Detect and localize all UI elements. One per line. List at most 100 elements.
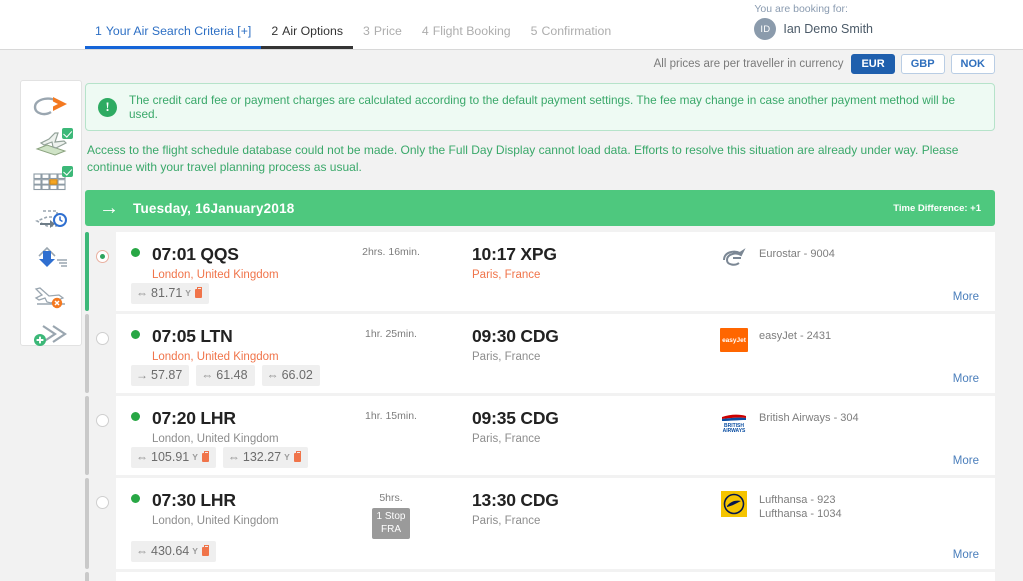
currency-button-gbp[interactable]: GBP: [900, 54, 945, 74]
select-flight-radio-cell[interactable]: [89, 572, 116, 581]
check-badge-icon: [62, 128, 73, 139]
airline-block: Eurostar - 9004: [695, 244, 995, 281]
price-amount: 430.64: [151, 544, 190, 558]
flight-duration: 1hr. 15min.: [365, 410, 417, 422]
tools-sidebar: [20, 80, 82, 346]
flight-option-row[interactable]: 07:05 LTN London, United Kingdom 1hr. 25mi…: [85, 314, 995, 393]
credit-card-fee-alert: ! The credit card fee or payment charges…: [85, 83, 995, 131]
flight-options-list: 07:01 QQS London, United Kingdom 2hrs. 16m…: [85, 232, 995, 581]
sidebar-item-arrivals[interactable]: [21, 239, 81, 277]
arrival-block: 09:30 CDG Paris, France: [466, 326, 559, 363]
step-flight-booking[interactable]: 4 Flight Booking: [412, 24, 521, 49]
departure-block: 07:30 LHR London, United Kingdom: [116, 490, 316, 527]
date-header-bar: → Tuesday, 16January2018 Time Difference…: [85, 190, 995, 226]
fare-class: Y: [192, 546, 198, 556]
price-chip[interactable]: ⇔ 66.02: [261, 365, 320, 386]
airline-name: easyJet - 2431: [759, 330, 832, 342]
currency-button-eur[interactable]: EUR: [851, 54, 895, 74]
page-body: ! The credit card fee or payment charges…: [0, 78, 1023, 581]
step-your-air-search-criteria[interactable]: 1 Your Air Search Criteria [+]: [85, 24, 262, 49]
more-link[interactable]: More: [953, 373, 979, 385]
price-amount: 61.48: [216, 368, 248, 382]
step-nav: 1 Your Air Search Criteria [+] 2 Air Optio…: [85, 24, 621, 49]
price-chip[interactable]: ⇔ 430.64 Y: [131, 541, 216, 562]
status-dot-icon: [131, 412, 140, 421]
flight-option-row[interactable]: 07:30 LHR London, United Kingdom 5hrs. 1 St…: [85, 478, 995, 569]
select-flight-radio[interactable]: [96, 250, 109, 263]
price-amount: 81.71: [151, 286, 183, 300]
flight-card[interactable]: 07:05 LTN London, United Kingdom 1hr. 25mi…: [116, 314, 995, 393]
select-flight-radio-cell[interactable]: [89, 314, 116, 393]
price-chip[interactable]: → 57.87: [131, 365, 190, 386]
schedule-database-notice: Access to the flight schedule database c…: [87, 143, 959, 174]
date-label: Tuesday, 16January2018: [133, 200, 295, 216]
sidebar-item-flexible-search[interactable]: [21, 87, 81, 125]
fare-class: Y: [284, 452, 290, 462]
flight-card[interactable]: 07:35 LCYLondon, United Kingdom3hrs. 25m…: [116, 572, 995, 581]
status-dot-icon: [131, 494, 140, 503]
departure-block: 07:20 LHR London, United Kingdom: [116, 408, 316, 445]
trip-type-arrow-icon: ⇔: [136, 450, 148, 464]
flight-option-row[interactable]: 07:01 QQS London, United Kingdom 2hrs. 16m…: [85, 232, 995, 311]
departure-city: London, United Kingdom: [152, 433, 279, 445]
select-flight-radio[interactable]: [96, 496, 109, 509]
departure-time-airport: 07:01 QQS: [152, 244, 239, 264]
sidebar-item-add-flight[interactable]: [21, 315, 81, 353]
price-amount: 132.27: [242, 450, 282, 464]
currency-button-nok[interactable]: NOK: [950, 54, 995, 74]
step-price[interactable]: 3 Price: [353, 24, 412, 49]
step-number: 4: [421, 24, 429, 38]
top-bar: You are booking for: ID Ian Demo Smith 1…: [0, 0, 1023, 50]
flight-leg: 07:30 LHR London, United Kingdom 5hrs. 1 St…: [116, 490, 695, 539]
stop-indicator: 1 Stop FRA: [372, 508, 410, 539]
sidebar-item-lowest-fare[interactable]: [21, 125, 81, 163]
sidebar-item-cancel-flight[interactable]: [21, 277, 81, 315]
user-name: Ian Demo Smith: [783, 22, 873, 36]
flight-card[interactable]: 07:30 LHR London, United Kingdom 5hrs. 1 St…: [116, 478, 995, 569]
step-confirmation[interactable]: 5 Confirmation: [521, 24, 622, 49]
price-chip[interactable]: ⇔ 132.27 Y: [222, 447, 308, 468]
trip-type-arrow-icon: ⇔: [201, 368, 214, 382]
step-air-options[interactable]: 2 Air Options: [261, 24, 353, 49]
departure-time-airport: 07:20 LHR: [152, 408, 236, 428]
more-link[interactable]: More: [953, 549, 979, 561]
duration-block: 1hr. 15min.: [316, 408, 466, 422]
select-flight-radio-cell[interactable]: [89, 232, 116, 311]
departure-city: London, United Kingdom: [152, 351, 279, 363]
select-flight-radio[interactable]: [96, 414, 109, 427]
price-chip[interactable]: ⇔ 105.91 Y: [131, 447, 216, 468]
step-number: 3: [362, 24, 370, 38]
select-flight-radio[interactable]: [96, 332, 109, 345]
airline-block: Lufthansa - 923 Lufthansa - 1034: [695, 490, 995, 539]
add-flight-icon: [31, 321, 71, 347]
price-chip[interactable]: ⇔ 61.48: [196, 365, 255, 386]
price-chip[interactable]: ⇔ 81.71 Y: [131, 283, 209, 304]
flight-card[interactable]: 07:20 LHR London, United Kingdom 1hr. 15mi…: [116, 396, 995, 475]
select-flight-radio-cell[interactable]: [89, 478, 116, 569]
more-link[interactable]: More: [953, 455, 979, 467]
alert-message: The credit card fee or payment charges a…: [129, 93, 956, 121]
flight-card[interactable]: 07:01 QQS London, United Kingdom 2hrs. 16m…: [116, 232, 995, 311]
avatar: ID: [754, 18, 777, 40]
schedule-time-icon: [31, 207, 71, 233]
step-label: Air Options: [282, 24, 343, 38]
more-link[interactable]: More: [953, 291, 979, 303]
arrival-city: Paris, France: [472, 269, 541, 281]
eurostar-logo: [719, 245, 749, 271]
price-amount: 66.02: [281, 368, 313, 382]
select-flight-radio-cell[interactable]: [89, 396, 116, 475]
flight-option-row[interactable]: 07:20 LHR London, United Kingdom 1hr. 15mi…: [85, 396, 995, 475]
arrival-city: Paris, France: [472, 433, 541, 445]
sidebar-item-schedule-time[interactable]: [21, 201, 81, 239]
arrival-block: 09:35 CDG Paris, France: [466, 408, 559, 445]
sidebar-item-seat-map[interactable]: [21, 163, 81, 201]
flight-option-row[interactable]: 07:35 LCYLondon, United Kingdom3hrs. 25m…: [85, 572, 995, 581]
airline-name: British Airways - 304: [759, 412, 859, 424]
baggage-icon: [293, 451, 301, 462]
airline-name: Eurostar - 9004: [759, 248, 835, 260]
departure-block: 07:01 QQS London, United Kingdom: [116, 244, 316, 281]
booking-for-block: You are booking for: ID Ian Demo Smith: [754, 2, 873, 40]
british-airways-logo: BRITISH AIRWAYS: [719, 409, 749, 435]
price-chip-list: → 57.87 ⇔ 61.48 ⇔ 66.02: [131, 365, 320, 386]
booking-for-user[interactable]: ID Ian Demo Smith: [754, 18, 873, 40]
